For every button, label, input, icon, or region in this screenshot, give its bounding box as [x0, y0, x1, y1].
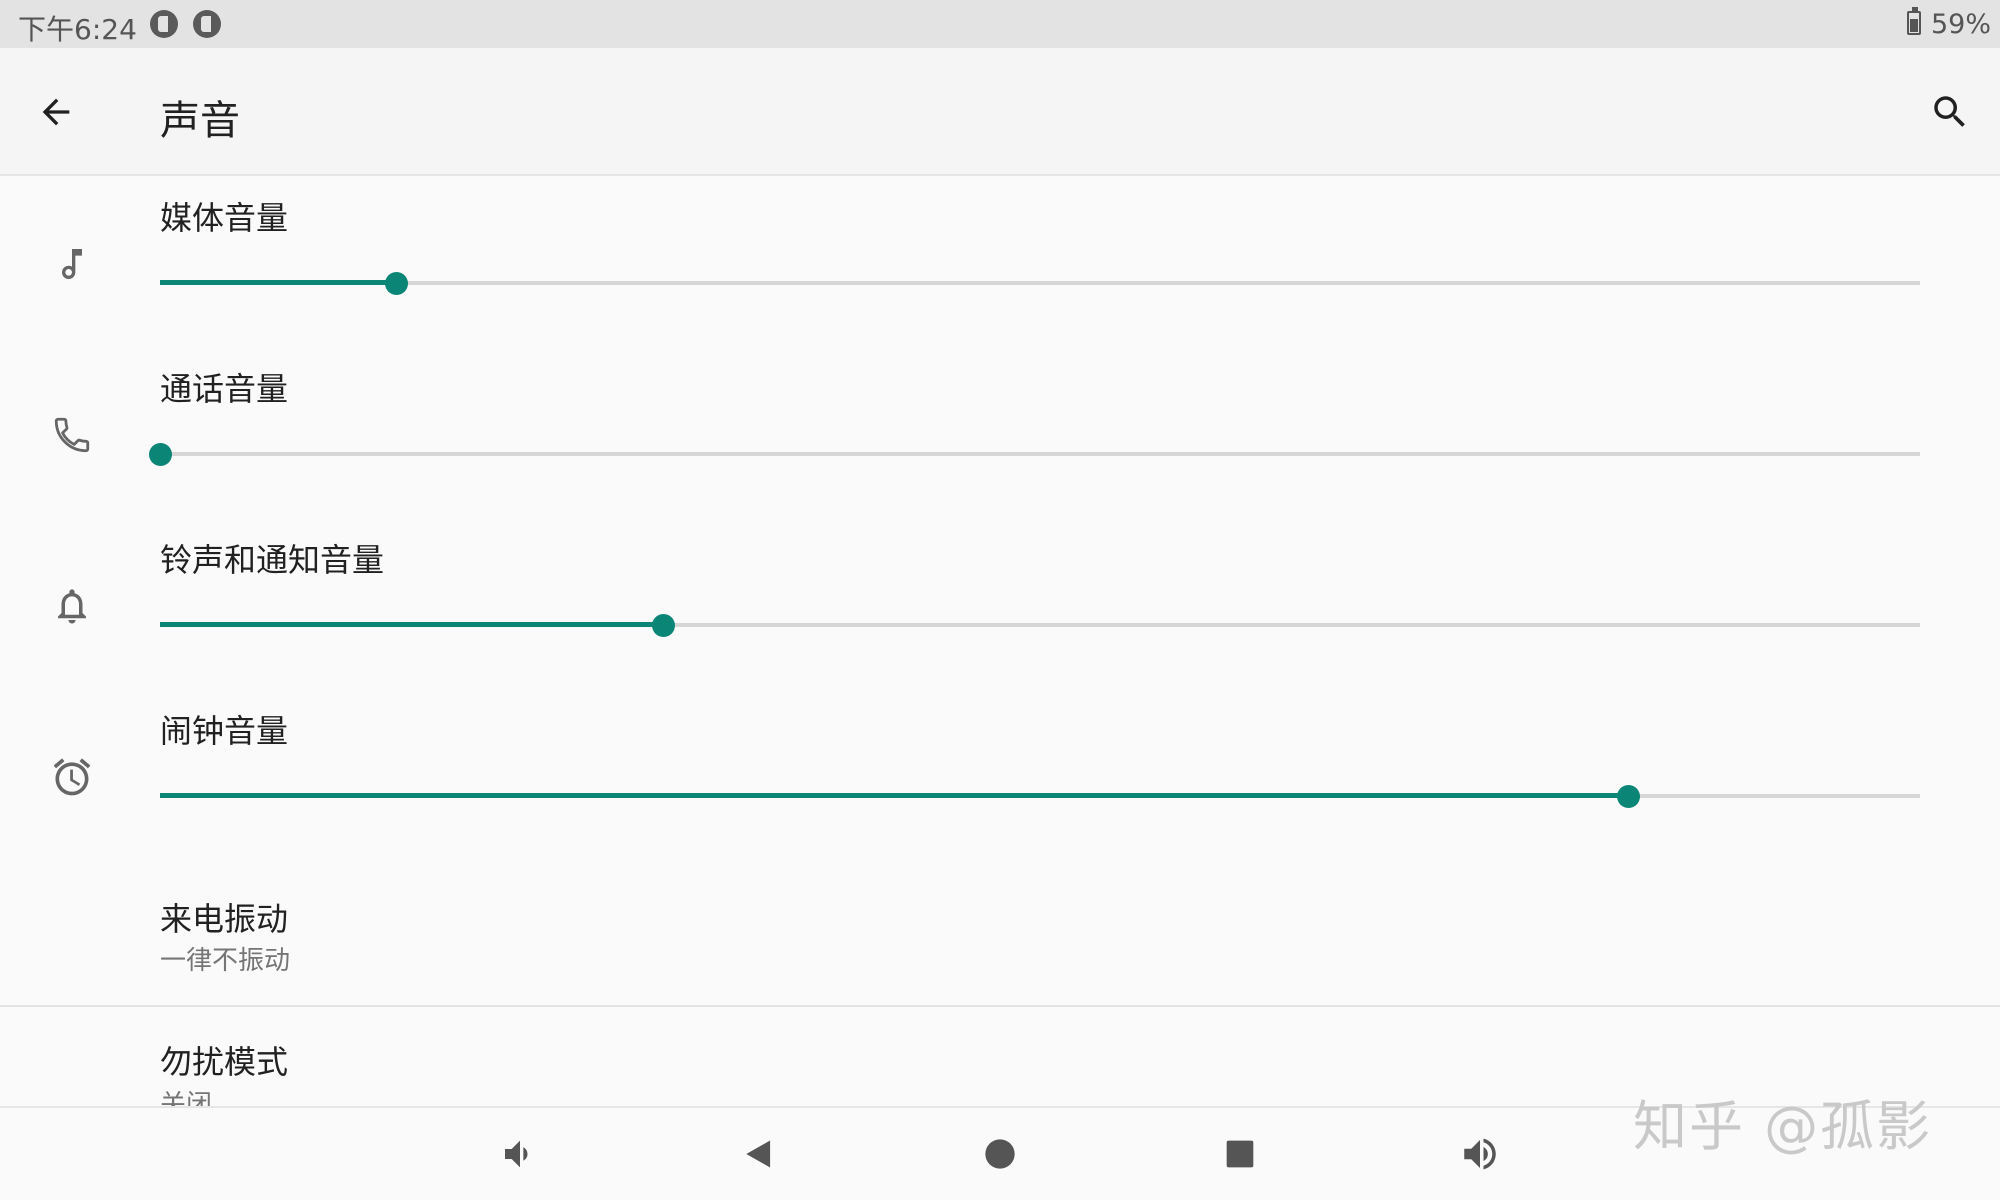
bell-icon [46, 580, 98, 632]
call-volume-label: 通话音量 [160, 370, 289, 408]
home-circle-icon [985, 1139, 1015, 1169]
volume-up-icon [1464, 1138, 1496, 1170]
ring-volume-slider[interactable] [160, 610, 1920, 640]
app-bar: 声音 [0, 48, 2000, 176]
recents-button[interactable] [1212, 1126, 1268, 1182]
alarm-volume-slider[interactable] [160, 781, 1920, 811]
music-note-icon [46, 238, 98, 290]
volume-down-icon [505, 1140, 528, 1168]
vibrate-title: 来电振动 [160, 900, 289, 938]
volume-up-button[interactable] [1452, 1126, 1508, 1182]
dnd-summary: 关闭 [160, 1090, 213, 1106]
search-button[interactable] [1922, 84, 1978, 140]
battery-icon [1907, 7, 1921, 35]
call-volume-slider[interactable] [149, 439, 1920, 469]
vibrate-for-calls-item[interactable]: 来电振动 一律不振动 [0, 872, 2000, 1006]
status-time: 下午6:24 [18, 13, 137, 46]
slider-track [160, 281, 1920, 285]
media-volume-slider[interactable] [160, 268, 1920, 298]
home-button[interactable] [972, 1126, 1028, 1182]
slider-thumb[interactable] [384, 272, 408, 295]
app-notification-icon [150, 10, 178, 38]
alarm-volume-row: 闹钟音量 [0, 697, 2000, 867]
back-button[interactable] [28, 84, 84, 140]
media-volume-row: 媒体音量 [0, 184, 2000, 354]
slider-track [160, 452, 1920, 456]
status-bar: 下午6:24 59% [0, 0, 2000, 48]
app-notification-icon [193, 10, 221, 38]
back-triangle-icon [746, 1140, 771, 1168]
call-volume-row: 通话音量 [0, 355, 2000, 525]
vibrate-summary: 一律不振动 [160, 946, 291, 976]
slider-thumb[interactable] [1616, 785, 1640, 808]
slider-fill [160, 622, 664, 627]
ring-volume-label: 铃声和通知音量 [160, 541, 385, 579]
alarm-clock-icon [46, 751, 98, 803]
volume-down-button[interactable] [492, 1126, 548, 1182]
recents-square-icon [1226, 1140, 1254, 1168]
slider-fill [160, 280, 396, 285]
media-volume-label: 媒体音量 [160, 199, 289, 237]
dnd-title: 勿扰模式 [160, 1043, 289, 1081]
battery-percentage: 59% [1931, 9, 1992, 40]
slider-thumb[interactable] [149, 443, 172, 466]
back-nav-button[interactable] [731, 1126, 787, 1182]
watermark: 知乎 @孤影 [1633, 1095, 1933, 1158]
slider-fill [160, 793, 1628, 798]
search-icon [1934, 96, 1965, 127]
alarm-volume-label: 闹钟音量 [160, 712, 289, 750]
arrow-back-icon [42, 98, 70, 126]
ring-volume-row: 铃声和通知音量 [0, 526, 2000, 696]
page-title: 声音 [160, 98, 240, 144]
slider-thumb[interactable] [652, 614, 676, 637]
phone-icon [46, 409, 98, 461]
